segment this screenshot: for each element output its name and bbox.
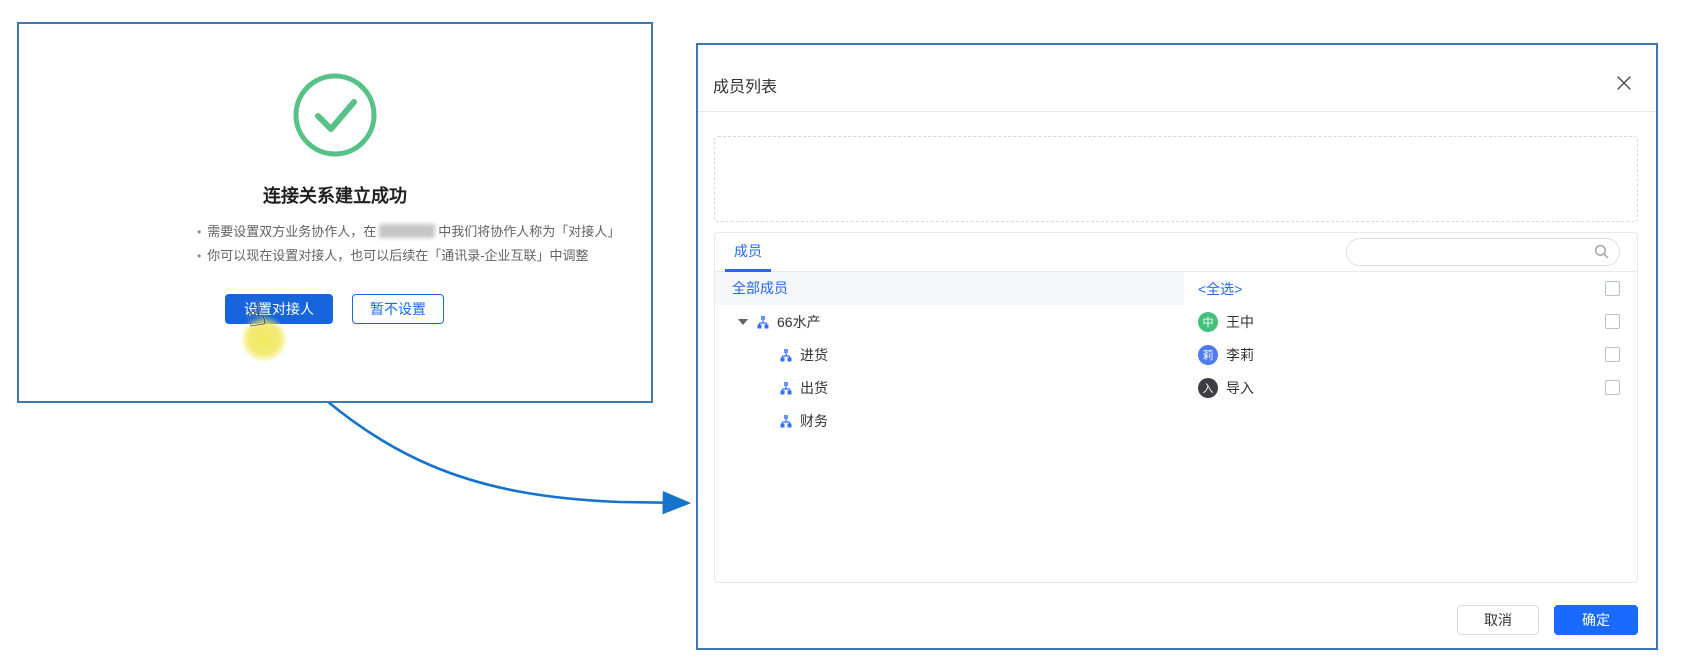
member-list: <全选> 中 王中 莉 李莉 入: [1184, 272, 1637, 581]
member-name: 李莉: [1226, 345, 1254, 365]
tree-node-label: 出货: [800, 378, 828, 398]
tree-node-department[interactable]: 进货: [715, 338, 1184, 371]
success-description: •需要设置双方业务协作人，在中我们将协作人称为「对接人」 •你可以现在设置对接人…: [197, 220, 620, 268]
member-list-dialog: 成员列表 成员 全部成员: [696, 43, 1658, 650]
header-divider: [698, 111, 1656, 112]
bullet-icon: •: [197, 225, 201, 239]
tree-node-company[interactable]: 66水产: [715, 305, 1184, 338]
tree-node-label: 财务: [800, 411, 828, 431]
tab-members[interactable]: 成员: [725, 233, 771, 272]
redacted-company-name: [379, 224, 435, 238]
member-name: 王中: [1226, 312, 1254, 332]
org-icon: [756, 315, 770, 329]
tree-node-label: 进货: [800, 345, 828, 365]
member-avatar: 中: [1198, 312, 1218, 332]
tree-node-department[interactable]: 出货: [715, 371, 1184, 404]
select-all-link[interactable]: <全选>: [1198, 279, 1242, 299]
member-picker: 成员 全部成员: [714, 232, 1638, 583]
select-all-checkbox[interactable]: [1605, 281, 1620, 296]
tree-node-label: 66水产: [777, 312, 821, 332]
bullet-icon: •: [197, 249, 201, 263]
selected-members-area: [714, 136, 1638, 222]
close-button[interactable]: [1612, 71, 1636, 95]
org-icon: [779, 414, 793, 428]
member-checkbox[interactable]: [1605, 380, 1620, 395]
search-icon: [1594, 244, 1609, 259]
org-icon: [779, 348, 793, 362]
success-panel: 连接关系建立成功 •需要设置双方业务协作人，在中我们将协作人称为「对接人」 •你…: [17, 22, 653, 403]
member-checkbox[interactable]: [1605, 347, 1620, 362]
bullet-line-1: •需要设置双方业务协作人，在中我们将协作人称为「对接人」: [197, 220, 620, 244]
tab-bar: 成员: [715, 233, 1637, 272]
cancel-button[interactable]: 取消: [1457, 605, 1539, 635]
success-title: 连接关系建立成功: [19, 182, 651, 208]
member-checkbox[interactable]: [1605, 314, 1620, 329]
member-avatar: 入: [1198, 378, 1218, 398]
member-row[interactable]: 中 王中: [1184, 305, 1637, 338]
all-members-row[interactable]: 全部成员: [715, 272, 1184, 305]
bullet-line-2: •你可以现在设置对接人，也可以后续在「通讯录-企业互联」中调整: [197, 244, 620, 268]
caret-down-icon[interactable]: [738, 319, 748, 325]
tree-node-department[interactable]: 财务: [715, 404, 1184, 437]
member-name: 导入: [1226, 378, 1254, 398]
org-icon: [779, 381, 793, 395]
success-check-icon: [292, 72, 378, 158]
department-tree: 全部成员 66水产: [715, 272, 1184, 581]
member-avatar: 莉: [1198, 345, 1218, 365]
select-all-row: <全选>: [1184, 272, 1637, 305]
search-box: [1346, 238, 1620, 266]
skip-setup-button[interactable]: 暂不设置: [352, 294, 444, 324]
member-row[interactable]: 入 导入: [1184, 371, 1637, 404]
member-row[interactable]: 莉 李莉: [1184, 338, 1637, 371]
confirm-button[interactable]: 确定: [1554, 605, 1638, 635]
close-icon: [1616, 75, 1632, 91]
dialog-title: 成员列表: [713, 73, 777, 97]
search-input[interactable]: [1346, 238, 1620, 266]
